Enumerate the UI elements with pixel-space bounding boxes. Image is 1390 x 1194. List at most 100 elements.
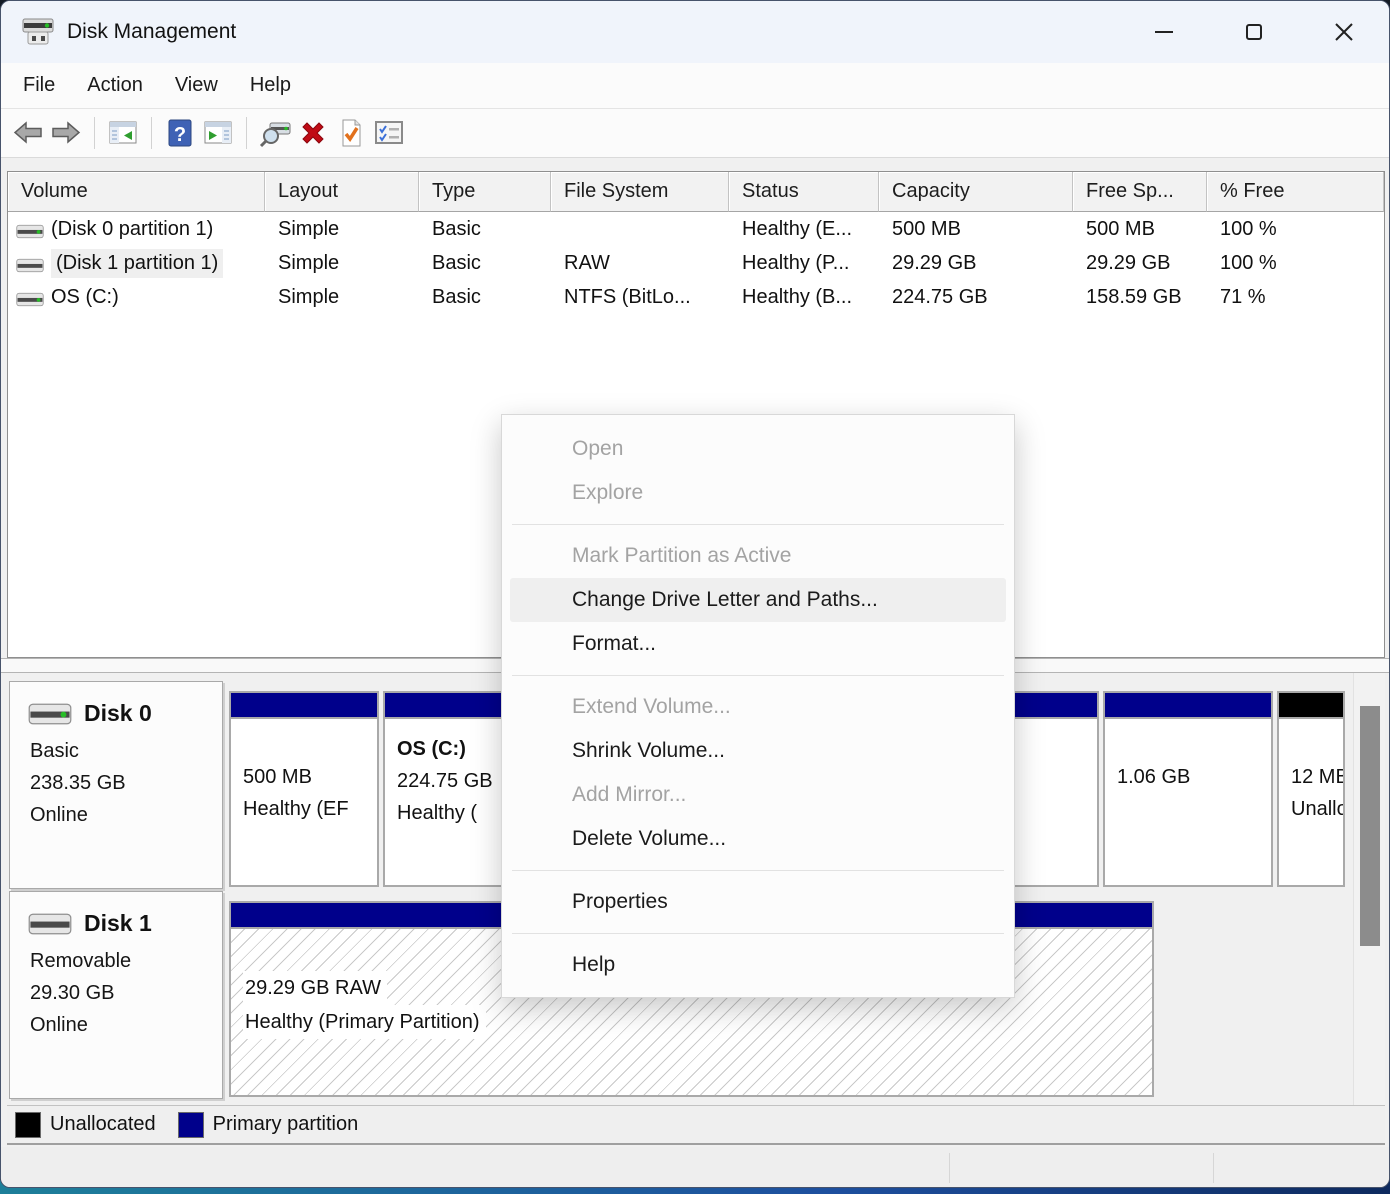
- check-volume-icon[interactable]: [332, 114, 370, 152]
- column-header-volume[interactable]: Volume: [8, 172, 265, 212]
- menu-item-change-drive-letter[interactable]: Change Drive Letter and Paths...: [510, 578, 1006, 622]
- maximize-button[interactable]: [1209, 1, 1299, 63]
- free-space-value: 500 MB: [1073, 218, 1207, 241]
- menu-item-delete-volume[interactable]: Delete Volume...: [502, 817, 1014, 861]
- capacity-value: 500 MB: [879, 218, 1073, 241]
- column-header-layout[interactable]: Layout: [265, 172, 419, 212]
- table-row-selected[interactable]: (Disk 1 partition 1) Simple Basic RAW He…: [8, 246, 1384, 280]
- disk-state: Online: [30, 799, 222, 831]
- partition-size: 29.29 GB RAW: [243, 971, 387, 1005]
- table-row[interactable]: (Disk 0 partition 1) Simple Basic Health…: [8, 212, 1384, 246]
- disk1-info-panel[interactable]: Disk 1 Removable 29.30 GB Online: [9, 891, 223, 1099]
- menu-help[interactable]: Help: [234, 74, 307, 97]
- legend-label-primary-partition: Primary partition: [213, 1113, 359, 1136]
- drive-icon: [16, 256, 44, 271]
- partition-status: Healthy (Primary Partition): [243, 1005, 486, 1039]
- disk-name: Disk 0: [84, 700, 152, 727]
- column-header-pct-free[interactable]: % Free: [1207, 172, 1384, 212]
- column-header-file-system[interactable]: File System: [551, 172, 729, 212]
- disk-drive-icon: [28, 913, 72, 935]
- status-bar: [1, 1147, 1389, 1187]
- rescan-disks-icon[interactable]: [256, 114, 294, 152]
- capacity-value: 224.75 GB: [879, 286, 1073, 309]
- disk-state: Online: [30, 1009, 222, 1041]
- title-bar: Disk Management: [1, 1, 1389, 63]
- window-title: Disk Management: [67, 20, 236, 44]
- menu-separator: [512, 870, 1004, 871]
- capacity-value: 29.29 GB: [879, 252, 1073, 275]
- delete-volume-icon[interactable]: [294, 114, 332, 152]
- menu-item-mark-partition-active: Mark Partition as Active: [502, 534, 1014, 578]
- forward-icon[interactable]: [47, 114, 85, 152]
- scrollbar-thumb[interactable]: [1360, 706, 1380, 946]
- vertical-scrollbar[interactable]: [1353, 673, 1385, 1105]
- status-value: Healthy (E...: [729, 218, 879, 241]
- disk-size: 238.35 GB: [30, 767, 222, 799]
- toolbar-separator: [94, 117, 95, 149]
- menu-separator: [512, 933, 1004, 934]
- volume-name: (Disk 1 partition 1): [51, 249, 223, 278]
- partition-color-bar: [1105, 693, 1271, 719]
- status-bar-divider: [949, 1153, 950, 1183]
- menu-file[interactable]: File: [7, 74, 71, 97]
- file-system-value: NTFS (BitLo...: [551, 286, 729, 309]
- partition-recovery[interactable]: 1.06 GB: [1103, 691, 1273, 887]
- partition-color-bar: [1279, 693, 1343, 719]
- svg-text:?: ?: [174, 124, 186, 146]
- type-value: Basic: [419, 252, 551, 275]
- pct-free-value: 100 %: [1207, 252, 1384, 275]
- disk-size: 29.30 GB: [30, 977, 222, 1009]
- volume-name: OS (C:): [51, 286, 119, 309]
- menu-action[interactable]: Action: [71, 74, 159, 97]
- column-header-type[interactable]: Type: [419, 172, 551, 212]
- status-value: Healthy (P...: [729, 252, 879, 275]
- show-action-pane-icon[interactable]: [199, 114, 237, 152]
- legend-bar: Unallocated Primary partition: [7, 1105, 1385, 1145]
- menu-item-properties[interactable]: Properties: [502, 880, 1014, 924]
- partition-unallocated[interactable]: 12 MB Unallocated: [1277, 691, 1345, 887]
- menu-item-shrink-volume[interactable]: Shrink Volume...: [502, 729, 1014, 773]
- minimize-button[interactable]: [1119, 1, 1209, 63]
- partition-color-bar: [231, 693, 377, 719]
- partition-size: 1.06 GB: [1117, 761, 1271, 793]
- primary-partition-color-chip: [178, 1112, 204, 1138]
- partition-status: Unallocated: [1291, 793, 1343, 825]
- status-value: Healthy (B...: [729, 286, 879, 309]
- disk-type: Basic: [30, 735, 222, 767]
- type-value: Basic: [419, 286, 551, 309]
- pct-free-value: 71 %: [1207, 286, 1384, 309]
- menu-separator: [512, 524, 1004, 525]
- volume-name: (Disk 0 partition 1): [51, 218, 213, 241]
- help-icon[interactable]: ?: [161, 114, 199, 152]
- close-button[interactable]: [1299, 1, 1389, 63]
- volume-list-header: Volume Layout Type File System Status Ca…: [8, 172, 1384, 212]
- disk-management-window: Disk Management File Action View Help: [0, 0, 1390, 1188]
- table-row[interactable]: OS (C:) Simple Basic NTFS (BitLo... Heal…: [8, 280, 1384, 314]
- menu-view[interactable]: View: [159, 74, 234, 97]
- column-header-status[interactable]: Status: [729, 172, 879, 212]
- menu-item-format[interactable]: Format...: [502, 622, 1014, 666]
- layout-value: Simple: [265, 218, 419, 241]
- layout-value: Simple: [265, 252, 419, 275]
- partition-size: 12 MB: [1291, 761, 1343, 793]
- status-bar-divider: [1213, 1153, 1214, 1183]
- view-options-icon[interactable]: [370, 114, 408, 152]
- back-icon[interactable]: [9, 114, 47, 152]
- column-header-capacity[interactable]: Capacity: [879, 172, 1073, 212]
- toolbar-separator: [151, 117, 152, 149]
- disk-name: Disk 1: [84, 910, 152, 937]
- drive-icon: [16, 290, 44, 305]
- free-space-value: 29.29 GB: [1073, 252, 1207, 275]
- menu-item-extend-volume: Extend Volume...: [502, 685, 1014, 729]
- menu-item-help[interactable]: Help: [502, 943, 1014, 987]
- type-value: Basic: [419, 218, 551, 241]
- layout-value: Simple: [265, 286, 419, 309]
- disk0-info-panel[interactable]: Disk 0 Basic 238.35 GB Online: [9, 681, 223, 889]
- toolbar: ?: [1, 109, 1389, 158]
- partition-efi[interactable]: 500 MB Healthy (EF: [229, 691, 379, 887]
- column-header-free-space[interactable]: Free Sp...: [1073, 172, 1207, 212]
- show-console-tree-icon[interactable]: [104, 114, 142, 152]
- menu-separator: [512, 675, 1004, 676]
- partition-status: Healthy (EF: [243, 793, 377, 825]
- menu-item-explore: Explore: [502, 471, 1014, 515]
